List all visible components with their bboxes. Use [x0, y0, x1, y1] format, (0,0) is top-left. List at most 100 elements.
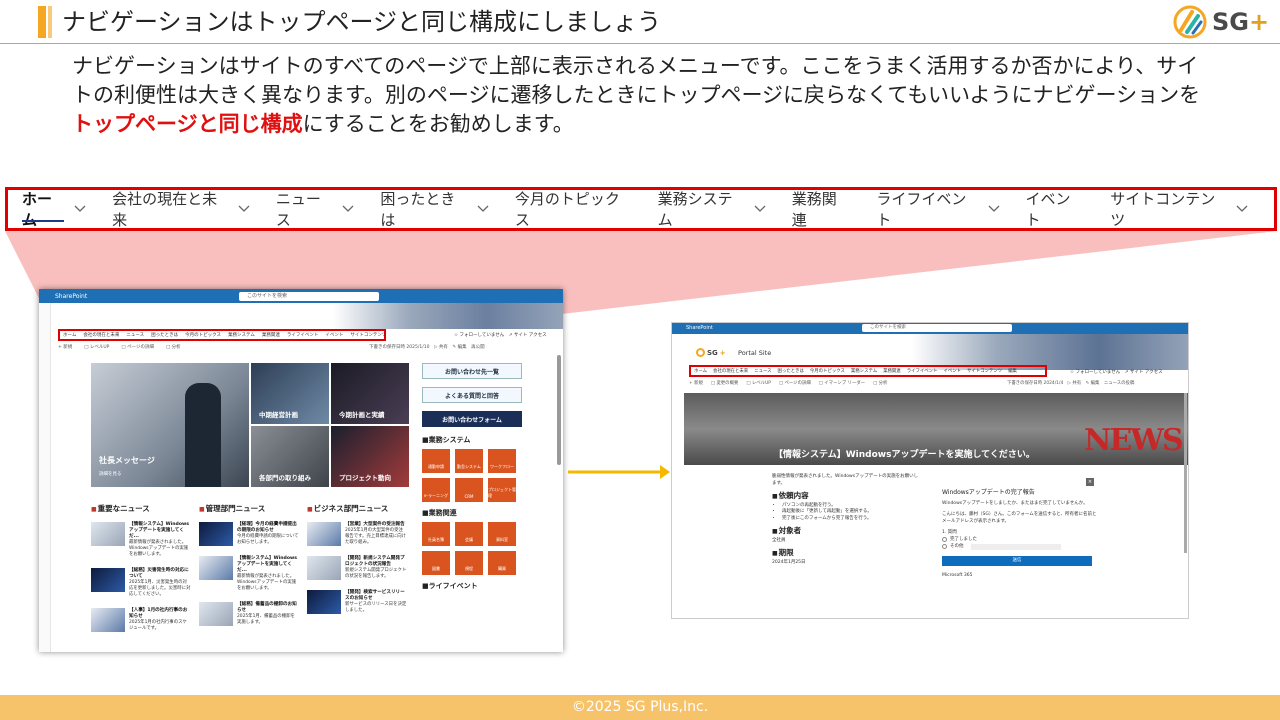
option-done[interactable]: 完了しました	[942, 536, 1097, 543]
news-item[interactable]: 【総務】災害発生時の対応について 2025年1月、災害発生時の対応を更新しました。…	[91, 568, 191, 598]
system-tile[interactable]: ワークフロー	[488, 449, 516, 473]
business-tile[interactable]: 会議	[455, 522, 483, 546]
news-thumbnail	[199, 522, 233, 546]
nav-item-4[interactable]: 今月のトピックス	[515, 190, 632, 229]
mini-nav-item[interactable]: 業務システム	[851, 368, 877, 374]
news-item[interactable]: 【情報システム】Windowsアップデートを実施してくだ... 最新情報が発表され…	[199, 556, 299, 592]
news-headline: 【情報システム】Windowsアップデートを実施してくだ...	[237, 556, 297, 573]
follow-link[interactable]: ☆ フォローしていません ↗ サイト アクセス	[1070, 369, 1163, 375]
submit-button[interactable]: 送信	[942, 556, 1092, 566]
system-tile[interactable]: CRM	[455, 478, 483, 502]
system-tile[interactable]: 勤怠システム	[455, 449, 483, 473]
business-tile[interactable]: 資料室	[488, 522, 516, 546]
mini-nav-item[interactable]: 今月のトピックス	[185, 332, 221, 338]
mini-nav-item[interactable]: イベント	[943, 368, 961, 374]
project-tile[interactable]: プロジェクト動向	[331, 426, 409, 487]
side-link-button[interactable]: お問い合わせフォーム	[422, 411, 522, 427]
command-item[interactable]: + 新規	[58, 344, 72, 352]
mini-nav-item[interactable]: 業務システム	[228, 332, 255, 338]
mini-nav-item[interactable]: 今月のトピックス	[810, 368, 845, 374]
ceo-tile[interactable]: 社長メッセージ 詳細を見る	[91, 363, 249, 487]
nav-item-3[interactable]: 困ったときは	[380, 190, 489, 229]
command-item[interactable]: □ ページの詳細	[779, 380, 811, 388]
mini-nav-item[interactable]: ライフイベント	[287, 332, 319, 338]
command-item[interactable]: □ 分析	[873, 380, 887, 388]
news-item[interactable]: 【営業】大型案件の受注報告 2025年1月の大型案件の受注報告です。売上目標達成に…	[307, 522, 407, 546]
news-thumbnail	[199, 556, 233, 580]
command-item[interactable]: □ 分析	[166, 344, 181, 352]
system-tile[interactable]: 通勤申請	[422, 449, 450, 473]
results-tile[interactable]: 今期計画と実績	[331, 363, 409, 424]
logo-mark-icon	[1173, 5, 1207, 39]
plan-tile[interactable]: 中期経営計画	[251, 363, 329, 424]
chevron-down-icon[interactable]	[1236, 203, 1248, 216]
nav-item-label: イベント	[1025, 190, 1071, 229]
news-item[interactable]: 【総務】備蓄品の棚卸のお知らせ 2025年1月、備蓄品の棚卸を実施します。	[199, 602, 299, 626]
news-text: 【人事】1月の社内行事のお知らせ 2025年1月の社内行事のスケジュールです。	[129, 608, 191, 632]
mini-nav-item[interactable]: イベント	[325, 332, 343, 338]
command-item[interactable]: □ 変更の概要	[711, 380, 739, 388]
mini-nav-item[interactable]: 業務関連	[883, 368, 901, 374]
command-item[interactable]: + 新規	[689, 380, 703, 388]
mini-nav-item[interactable]: サイトコンテンツ	[967, 368, 1002, 374]
chevron-down-icon[interactable]	[238, 203, 250, 216]
mini-nav-item[interactable]: ホーム	[63, 332, 76, 338]
business-tile[interactable]: 社員名簿	[422, 522, 450, 546]
news-item[interactable]: 【開発】検索サービスリリースのお知らせ 新サービスのリリース日を決定しました。	[307, 590, 407, 614]
mini-nav-item[interactable]: 業務関連	[262, 332, 280, 338]
side-link-button[interactable]: よくある質問と回答	[422, 387, 522, 403]
nav-item-2[interactable]: ニュース	[276, 190, 354, 229]
business-tile[interactable]: 図書	[422, 551, 450, 575]
request-item: 完了後にこのフォームから完了報告を行う。	[782, 516, 922, 523]
mini-nav-item[interactable]: ライフイベント	[907, 368, 938, 374]
navigation-bar: ホーム 会社の現在と未来 ニュース 困ったときは 今月のトピックス 業務システム 業務関連ラ…	[5, 187, 1277, 231]
side-link-button[interactable]: お問い合わせ先一覧	[422, 363, 522, 379]
command-item[interactable]: □ レベルUP	[84, 344, 109, 352]
mini-nav-item[interactable]: 困ったときは	[151, 332, 178, 338]
news-item[interactable]: 【開発】新規システム開発プロジェクトの状況報告 新規システム開発プロジェクトの状況…	[307, 556, 407, 580]
news-item[interactable]: 【経理】今月の経費申請提出の期限のお知らせ 今月の経費申請の期限についてお知らせし…	[199, 522, 299, 546]
nav-item-0[interactable]: ホーム	[22, 190, 86, 229]
chevron-down-icon[interactable]	[477, 203, 489, 216]
mini-nav-item[interactable]: サイトコンテンツ	[350, 332, 386, 338]
business-tile[interactable]: 規程	[455, 551, 483, 575]
section-heading: ■業務関連	[422, 509, 457, 517]
mini-nav-item[interactable]: ニュース	[754, 368, 771, 374]
command-item[interactable]: □ ページの詳細	[121, 344, 154, 352]
mini-nav-item[interactable]: ホーム	[694, 368, 707, 374]
division-tile[interactable]: 各部門の取り組み	[251, 426, 329, 487]
chevron-down-icon[interactable]	[342, 203, 354, 216]
chevron-down-icon[interactable]	[988, 203, 1000, 216]
chevron-down-icon[interactable]	[754, 203, 766, 216]
close-icon[interactable]: ×	[1086, 478, 1094, 486]
chevron-down-icon[interactable]	[74, 203, 86, 216]
ceo-tile-link[interactable]: 詳細を見る	[99, 471, 122, 477]
nav-item-8[interactable]: イベント	[1025, 190, 1085, 229]
nav-item-9[interactable]: サイトコンテンツ	[1110, 190, 1248, 229]
command-item[interactable]: □ イマーシブ リーダー	[819, 380, 865, 388]
search-input[interactable]: このサイトを検索	[239, 292, 379, 301]
nav-item-1[interactable]: 会社の現在と未来	[112, 190, 250, 229]
option-other[interactable]: その他	[942, 543, 1097, 550]
mini-nav-item[interactable]: 編集	[1008, 368, 1017, 374]
scrollbar[interactable]	[557, 355, 561, 465]
search-input[interactable]: このサイトを検索	[862, 324, 1012, 332]
command-item[interactable]: □ レベルUP	[746, 380, 771, 388]
nav-item-7[interactable]: ライフイベント	[876, 190, 1000, 229]
system-tile[interactable]: プロジェクト管理	[488, 478, 516, 502]
nav-item-6[interactable]: 業務関連	[792, 190, 851, 229]
news-summary: 新サービスのリリース日を決定しました。	[345, 602, 407, 613]
nav-item-5[interactable]: 業務システム	[658, 190, 766, 229]
news-item[interactable]: 【人事】1月の社内行事のお知らせ 2025年1月の社内行事のスケジュールです。	[91, 608, 191, 632]
business-grid: 社員名簿 会議 資料室図書 規程 購買	[422, 522, 522, 575]
mini-nav-item[interactable]: 困ったときは	[778, 368, 804, 374]
news-item[interactable]: 【情報システム】Windowsアップデートを実施してくだ... 最新情報が発表され…	[91, 522, 191, 558]
mini-nav-item[interactable]: 会社の現在と未来	[83, 332, 119, 338]
scrollbar[interactable]	[1184, 393, 1187, 553]
mini-nav-item[interactable]: ニュース	[126, 332, 144, 338]
system-tile[interactable]: e-ラーニング	[422, 478, 450, 502]
business-tile[interactable]: 購買	[488, 551, 516, 575]
mini-nav-item[interactable]: 会社の現在と未来	[713, 368, 748, 374]
follow-link[interactable]: ☆ フォローしていません ↗ サイト アクセス	[454, 332, 547, 338]
other-input[interactable]	[970, 543, 1061, 550]
